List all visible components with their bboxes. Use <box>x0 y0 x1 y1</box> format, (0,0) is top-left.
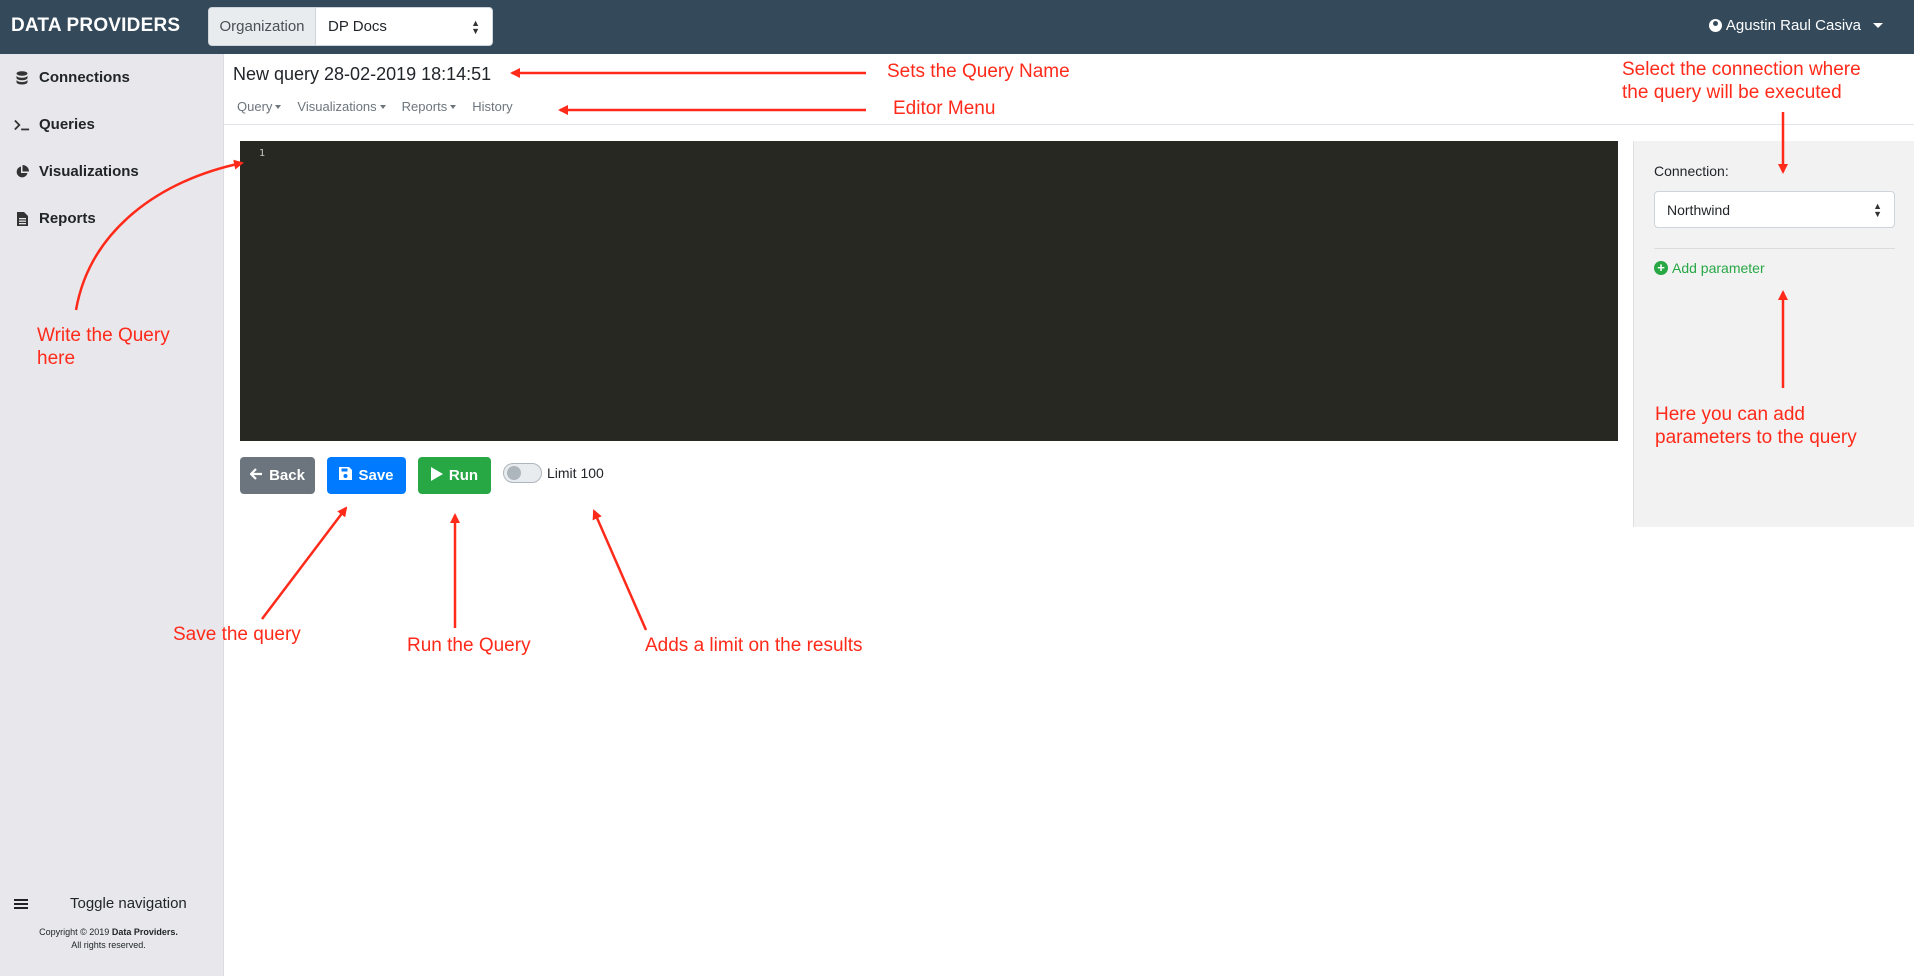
toggle-switch[interactable] <box>503 463 542 483</box>
sidebar: Connections Queries Visualizations Repor… <box>0 54 224 976</box>
panel-divider <box>1654 248 1895 249</box>
floppy-disk-icon <box>339 467 353 484</box>
select-arrows-icon: ▲ ▼ <box>471 17 480 36</box>
pie-chart-icon <box>14 164 30 180</box>
connection-panel: Connection: Northwind ▲ ▼ + Add parameter <box>1633 141 1914 527</box>
organization-selector[interactable]: Organization DP Docs ▲ ▼ <box>208 7 493 46</box>
brand-logo[interactable]: DATA PROVIDERS <box>11 15 180 37</box>
copyright-prefix: Copyright © 2019 <box>39 927 112 937</box>
caret-down-icon <box>275 104 282 109</box>
menu-reports[interactable]: Reports <box>402 99 457 114</box>
run-button[interactable]: Run <box>418 457 491 494</box>
annotation-query-name: Sets the Query Name <box>887 61 1070 82</box>
arrow-left-icon <box>249 467 263 484</box>
query-name-title[interactable]: New query 28-02-2019 18:14:51 <box>233 64 491 85</box>
save-label: Save <box>358 467 394 484</box>
copyright-rights: All rights reserved. <box>71 940 146 950</box>
annotation-write-query-line1: Write the Query <box>37 325 170 346</box>
toggle-navigation-button[interactable]: Toggle navigation <box>14 895 187 912</box>
annotation-parameters: Here you can add parameters to the query <box>1655 403 1857 449</box>
annotation-editor-menu: Editor Menu <box>893 98 996 119</box>
connection-value: Northwind <box>1667 201 1731 218</box>
chevron-down-icon <box>1873 23 1883 28</box>
back-button[interactable]: Back <box>240 457 315 494</box>
play-icon <box>430 466 443 485</box>
editor-menu: Query Visualizations Reports History <box>237 99 513 114</box>
connection-label: Connection: <box>1654 163 1729 179</box>
user-circle-icon <box>1708 19 1722 32</box>
sidebar-item-visualizations[interactable]: Visualizations <box>14 163 139 180</box>
sidebar-item-queries[interactable]: Queries <box>14 116 95 133</box>
line-number: 1 <box>259 148 266 159</box>
annotation-write-query-line2: here <box>37 348 76 369</box>
menu-divider <box>224 124 1914 125</box>
annotation-parameters-line1: Here you can add <box>1655 404 1805 425</box>
menu-query[interactable]: Query <box>237 99 282 114</box>
select-arrows-icon: ▲ ▼ <box>1873 200 1882 219</box>
back-label: Back <box>269 467 305 484</box>
user-menu[interactable]: Agustin Raul Casiva <box>1708 17 1883 34</box>
connection-select[interactable]: Northwind ▲ ▼ <box>1654 191 1895 228</box>
annotation-connection: Select the connection where the query wi… <box>1622 58 1861 104</box>
menu-visualizations[interactable]: Visualizations <box>297 99 386 114</box>
add-parameter-link[interactable]: + Add parameter <box>1654 260 1765 276</box>
toggle-navigation-label: Toggle navigation <box>70 895 187 912</box>
query-code-editor[interactable]: 1 <box>240 141 1618 441</box>
sidebar-item-label: Reports <box>39 210 96 227</box>
arrow-save <box>261 506 348 620</box>
annotation-parameters-line2: parameters to the query <box>1655 427 1857 448</box>
menu-history[interactable]: History <box>472 99 512 114</box>
user-name: Agustin Raul Casiva <box>1725 17 1861 34</box>
sidebar-item-label: Connections <box>39 69 130 86</box>
annotation-connection-line2: the query will be executed <box>1622 82 1842 103</box>
save-button[interactable]: Save <box>327 457 406 494</box>
plus-circle-icon: + <box>1654 261 1668 275</box>
arrow-limit <box>592 509 648 631</box>
organization-label: Organization <box>209 8 316 45</box>
hamburger-icon <box>14 898 28 909</box>
file-icon <box>14 211 30 227</box>
add-parameter-label: Add parameter <box>1672 260 1765 276</box>
annotation-run: Run the Query <box>407 635 531 656</box>
organization-value: DP Docs <box>328 18 387 35</box>
terminal-icon <box>14 117 30 133</box>
sidebar-item-label: Queries <box>39 116 95 133</box>
annotation-limit: Adds a limit on the results <box>645 635 863 656</box>
caret-down-icon <box>450 104 457 109</box>
database-icon <box>14 70 30 86</box>
run-label: Run <box>448 467 479 484</box>
caret-down-icon <box>379 104 386 109</box>
annotation-write-query: Write the Query here <box>37 324 170 370</box>
menu-label: Reports <box>401 99 448 114</box>
sidebar-item-label: Visualizations <box>39 163 139 180</box>
top-navbar: DATA PROVIDERS Organization DP Docs ▲ ▼ A… <box>0 0 1914 54</box>
menu-label: Visualizations <box>297 99 377 114</box>
annotation-save: Save the query <box>173 624 301 645</box>
copyright-company: Data Providers. <box>111 927 178 937</box>
sidebar-item-connections[interactable]: Connections <box>14 69 130 86</box>
annotation-connection-line1: Select the connection where <box>1622 59 1861 80</box>
copyright-text: Copyright © 2019 Data Providers. All rig… <box>0 926 217 952</box>
limit-label: Limit 100 <box>547 465 604 481</box>
menu-label: Query <box>237 99 273 114</box>
organization-select[interactable]: DP Docs ▲ ▼ <box>316 8 492 45</box>
sidebar-item-reports[interactable]: Reports <box>14 210 96 227</box>
limit-toggle[interactable]: Limit 100 <box>503 463 604 483</box>
menu-label: History <box>472 99 513 114</box>
